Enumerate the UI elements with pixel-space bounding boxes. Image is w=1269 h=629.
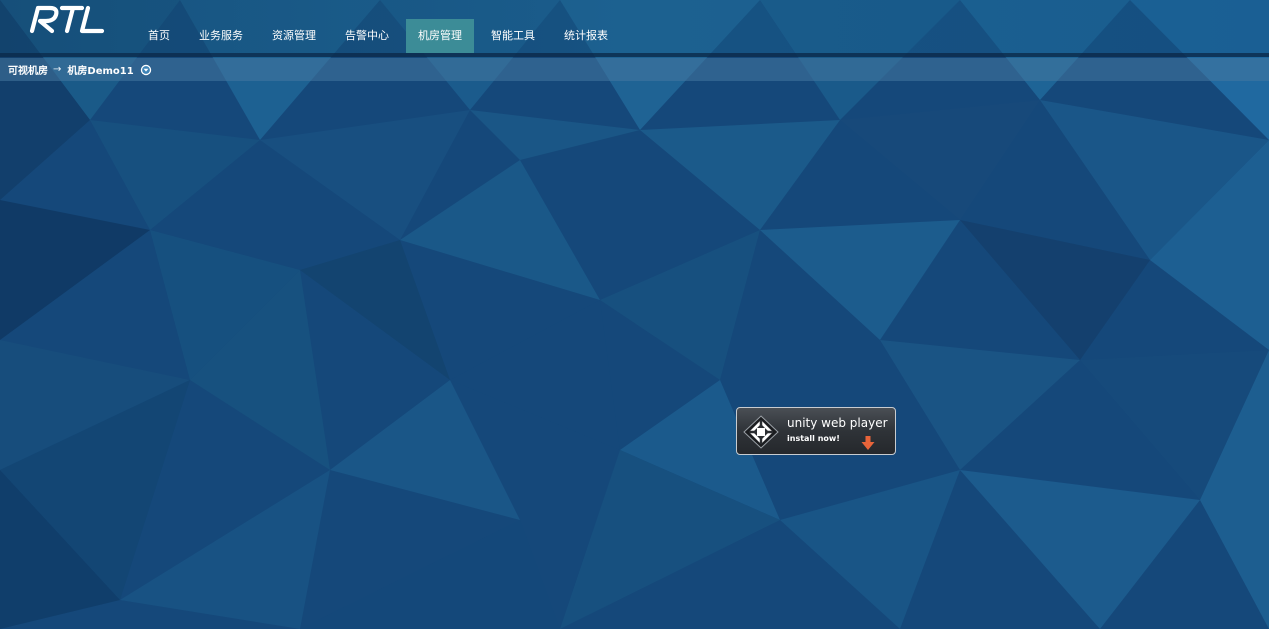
main-nav: 首页 业务服务 资源管理 告警中心 机房管理 智能工具 统计报表 — [136, 19, 625, 53]
unity-title: unity web player — [787, 416, 888, 430]
unity-logo-icon — [743, 415, 779, 449]
breadcrumb-separator: → — [53, 64, 62, 75]
unity-subtitle: install now! — [787, 434, 840, 443]
unity-install-button[interactable]: unity web player install now! — [736, 407, 896, 455]
nav-item-home[interactable]: 首页 — [136, 19, 182, 53]
low-poly-background — [0, 0, 1269, 629]
nav-item-business-services[interactable]: 业务服务 — [187, 19, 255, 53]
breadcrumb-current: 机房Demo11 — [67, 66, 134, 77]
nav-item-resource-management[interactable]: 资源管理 — [260, 19, 328, 53]
chevron-down-circle-icon[interactable] — [140, 64, 152, 76]
nav-item-alarm-center[interactable]: 告警中心 — [333, 19, 401, 53]
nav-item-datacenter-management[interactable]: 机房管理 — [406, 19, 474, 53]
rtl-logo — [29, 5, 105, 34]
breadcrumb: 可视机房 → 机房Demo11 — [0, 58, 1269, 81]
nav-item-statistics-reports[interactable]: 统计报表 — [552, 19, 620, 53]
download-arrow-icon — [861, 436, 875, 450]
page: 首页 业务服务 资源管理 告警中心 机房管理 智能工具 统计报表 可视机房 → … — [0, 0, 1269, 629]
breadcrumb-root[interactable]: 可视机房 — [8, 62, 48, 77]
nav-item-smart-tools[interactable]: 智能工具 — [479, 19, 547, 53]
header-divider — [0, 53, 1269, 57]
